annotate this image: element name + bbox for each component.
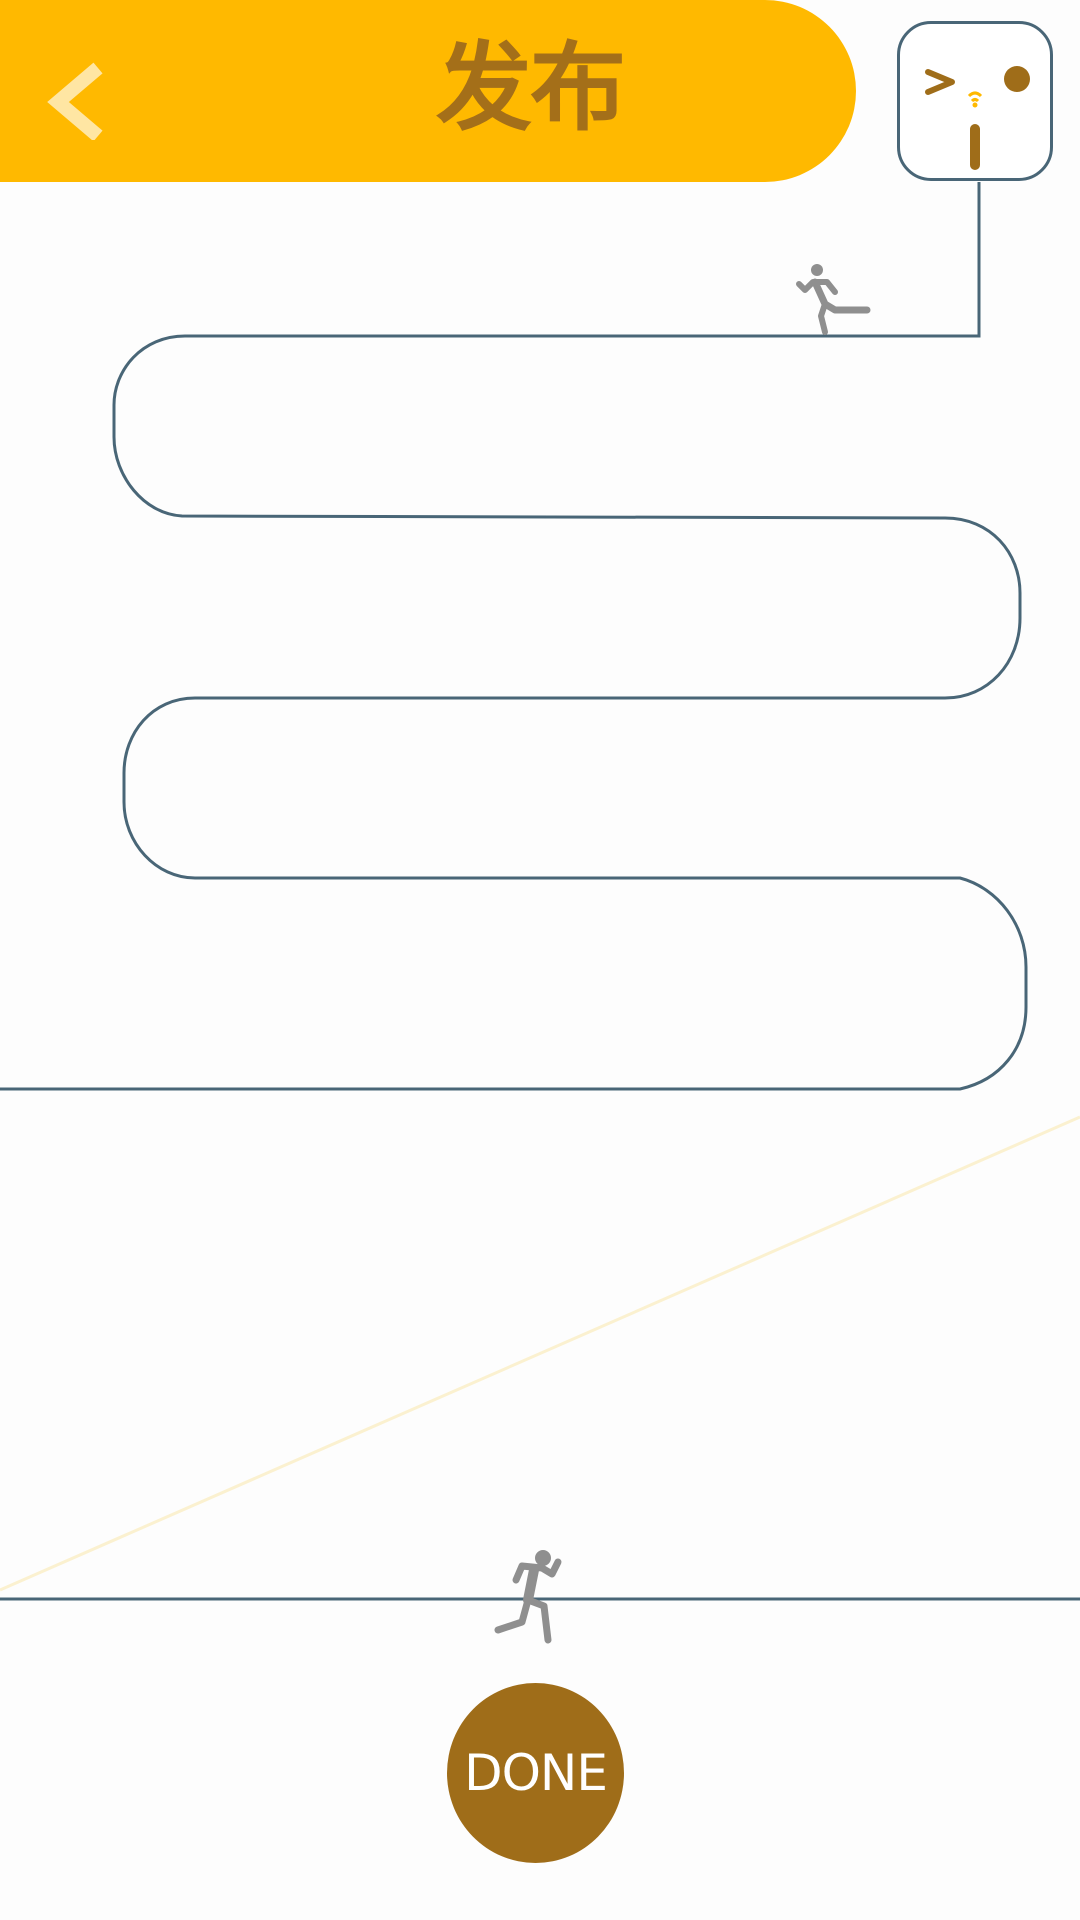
header-bar: 发布 bbox=[0, 0, 856, 182]
page-title: 发布 bbox=[436, 32, 626, 144]
robot-logo-button[interactable] bbox=[897, 21, 1053, 181]
faint-diagonal bbox=[0, 1115, 1080, 1592]
back-button[interactable] bbox=[30, 40, 130, 142]
robot-face-logo-icon bbox=[925, 66, 1030, 170]
running-person-icon bbox=[796, 264, 871, 335]
done-button[interactable]: DONE bbox=[447, 1683, 624, 1863]
running-person-icon bbox=[494, 1550, 562, 1644]
chevron-left-icon bbox=[47, 62, 103, 142]
